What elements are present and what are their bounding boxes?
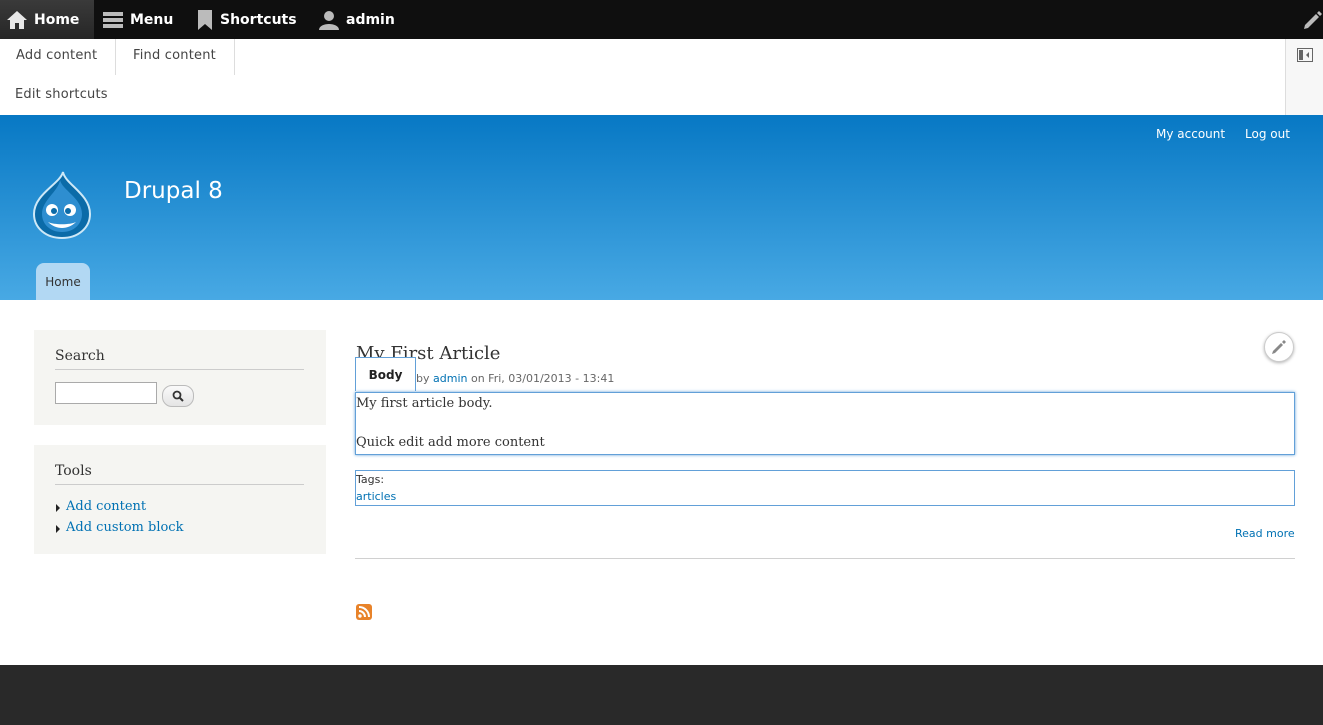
tools-block-title: Tools: [55, 463, 92, 479]
toolbar-menu-label: Menu: [130, 11, 174, 28]
tag-link[interactable]: articles: [356, 490, 396, 503]
tray-edit-shortcuts[interactable]: Edit shortcuts: [15, 87, 108, 102]
pencil-icon: [1272, 340, 1286, 354]
my-account-link[interactable]: My account: [1156, 127, 1225, 141]
log-out-link[interactable]: Log out: [1245, 127, 1290, 141]
toolbar-user-label: admin: [346, 11, 395, 28]
toolbar-shortcuts[interactable]: Shortcuts: [196, 0, 297, 39]
admin-toolbar: Home Menu Shortcuts admin: [0, 0, 1323, 39]
quick-edit-body-label-text: Body: [368, 367, 403, 382]
meta-prefix: by: [416, 372, 430, 385]
drupal-logo-icon[interactable]: [30, 170, 94, 240]
shortcuts-tray: Add content Find content Edit shortcuts: [0, 39, 1323, 116]
pencil-icon[interactable]: [1301, 8, 1323, 30]
quick-edit-tags-field[interactable]: Tags: articles: [355, 470, 1295, 506]
site-name[interactable]: Drupal 8: [124, 178, 223, 204]
toolbar-home[interactable]: Home: [0, 0, 94, 39]
read-more-link[interactable]: Read more: [1235, 527, 1295, 540]
article-divider: [355, 558, 1295, 559]
tools-add-content-link[interactable]: Add content: [66, 499, 146, 514]
body-line: My first article body.: [356, 396, 493, 411]
tray-orientation-toggle[interactable]: [1285, 39, 1323, 115]
menu-icon: [103, 11, 123, 28]
sidebar-toggle-icon: [1297, 48, 1313, 62]
tools-add-custom-block-link[interactable]: Add custom block: [66, 520, 183, 535]
search-input[interactable]: [55, 382, 157, 404]
tags-label: Tags:: [356, 473, 385, 486]
toolbar-shortcuts-label: Shortcuts: [220, 11, 297, 28]
bookmark-icon: [198, 9, 212, 30]
search-button[interactable]: [162, 385, 194, 407]
search-icon: [172, 390, 184, 402]
user-icon: [319, 10, 339, 30]
contextual-edit-button[interactable]: [1264, 332, 1294, 362]
site-footer: [0, 665, 1323, 725]
article-meta: by admin on Fri, 03/01/2013 - 13:41: [416, 372, 614, 385]
toolbar-menu[interactable]: Menu: [102, 0, 173, 39]
quick-edit-body-field[interactable]: My first article body. Quick edit add mo…: [355, 392, 1295, 455]
nav-tab-home-label: Home: [45, 274, 81, 289]
rss-feed-icon[interactable]: [356, 604, 372, 620]
home-icon: [7, 10, 27, 29]
tray-separator: [115, 39, 116, 75]
tools-block: Tools Add content Add custom block: [34, 445, 326, 554]
site-header: My account Log out Drupal 8 Home: [0, 115, 1323, 300]
search-block-title: Search: [55, 348, 105, 364]
body-line: Quick edit add more content: [356, 435, 545, 450]
meta-date: on Fri, 03/01/2013 - 13:41: [470, 372, 615, 385]
quick-edit-body-label[interactable]: Body: [355, 357, 416, 391]
list-bullet: [56, 525, 60, 533]
block-title-rule: [55, 484, 304, 485]
author-link[interactable]: admin: [433, 372, 467, 385]
block-title-rule: [55, 369, 304, 370]
list-bullet: [56, 504, 60, 512]
toolbar-user[interactable]: admin: [318, 0, 395, 39]
tray-add-content[interactable]: Add content: [16, 48, 97, 63]
tray-find-content[interactable]: Find content: [133, 48, 216, 63]
toolbar-home-label: Home: [34, 11, 80, 28]
nav-tab-home[interactable]: Home: [36, 263, 90, 300]
tray-separator: [234, 39, 235, 75]
search-block: Search: [34, 330, 326, 425]
